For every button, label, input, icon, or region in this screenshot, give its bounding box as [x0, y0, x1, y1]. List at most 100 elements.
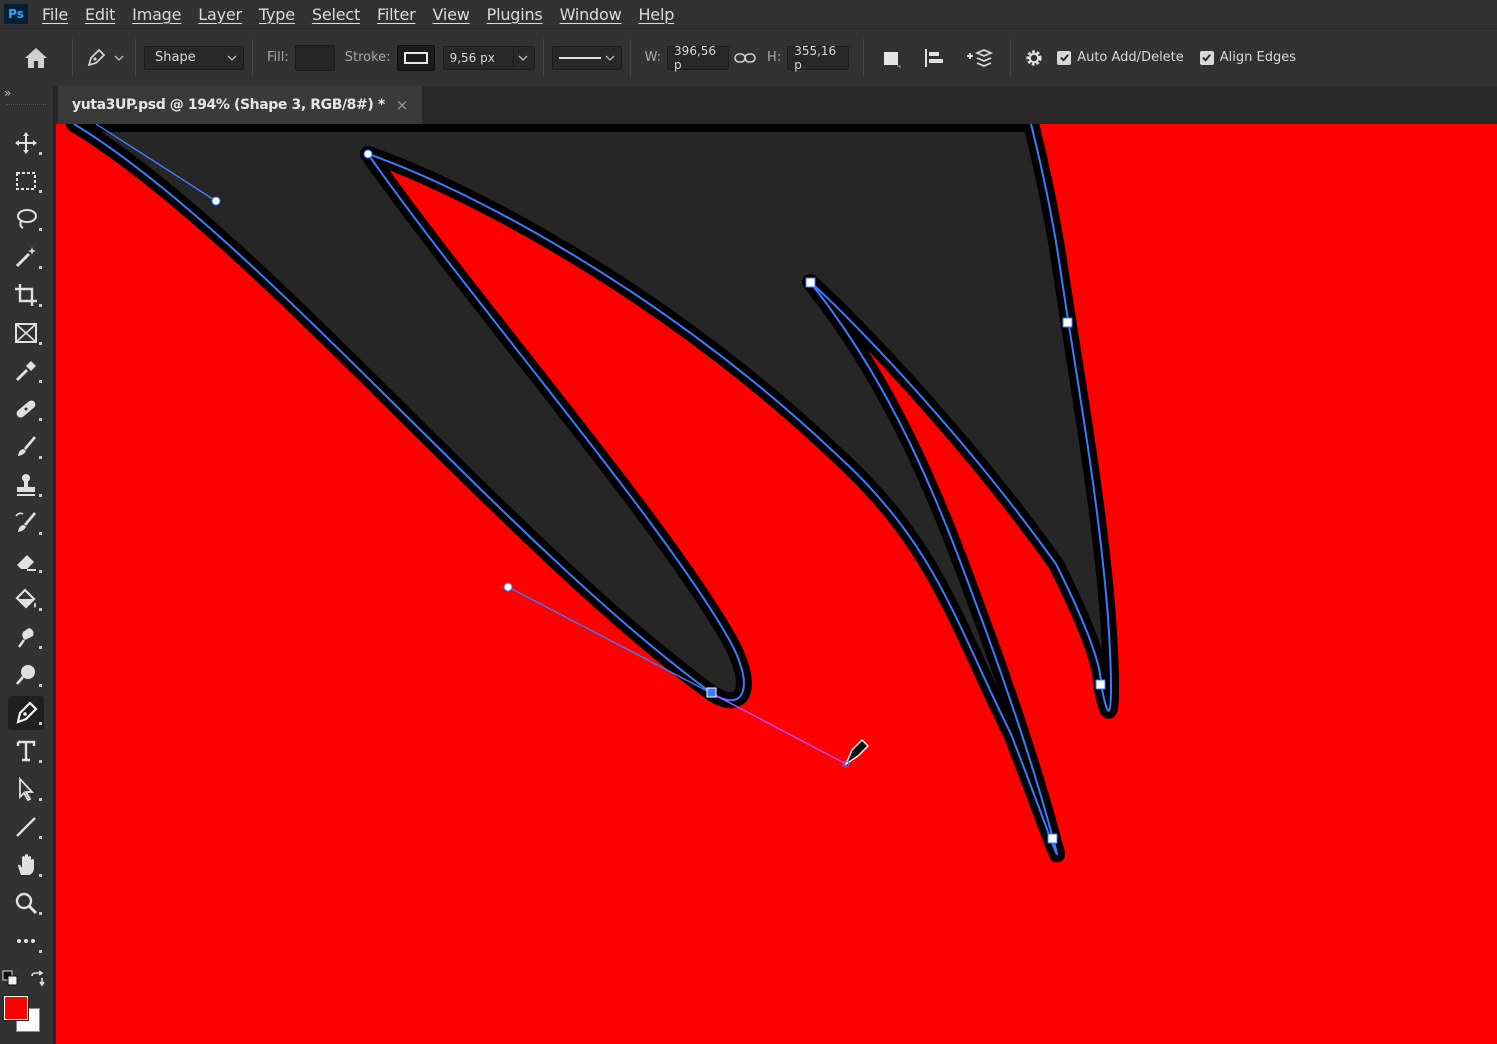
menu-window[interactable]: Window: [560, 5, 622, 24]
chevron-down-icon[interactable]: [111, 54, 127, 62]
smudge-tool[interactable]: [8, 620, 44, 654]
direction-point[interactable]: [363, 149, 373, 159]
home-icon[interactable]: [16, 46, 56, 70]
document-canvas[interactable]: [56, 124, 1497, 1044]
healing-brush-tool[interactable]: [8, 392, 44, 426]
move-tool[interactable]: [8, 126, 44, 160]
stroke-type-select[interactable]: [551, 45, 622, 70]
arrow-icon: [19, 776, 35, 802]
history-brush-tool[interactable]: [8, 506, 44, 540]
ellipsis-icon: [17, 939, 35, 943]
eyedropper-icon: [15, 361, 36, 382]
history-brush-icon: [15, 512, 36, 532]
photoshop-logo: Ps: [4, 4, 28, 24]
default-colors-icon[interactable]: [2, 970, 18, 986]
document-tab-title: yuta3UP.psd @ 194% (Shape 3, RGB/8#) *: [72, 97, 385, 113]
path-arrangement-icon[interactable]: [956, 45, 1002, 71]
path-alignment-icon[interactable]: [912, 46, 956, 70]
lasso-tool[interactable]: [8, 202, 44, 236]
anchor-point-selected[interactable]: [706, 687, 717, 698]
chevron-down-icon: [227, 55, 237, 61]
fill-label: Fill:: [267, 50, 289, 65]
width-label: W:: [644, 50, 662, 65]
align-edges-checkbox[interactable]: [1199, 50, 1214, 65]
magic-wand-icon: [15, 247, 36, 268]
paint-bucket-tool[interactable]: [8, 582, 44, 616]
crop-icon: [15, 284, 37, 306]
fill-swatch[interactable]: [294, 44, 335, 71]
magic-wand-tool[interactable]: [8, 240, 44, 274]
options-bar: Shape Fill: Stroke: 9,56 px W: 396,56 p …: [0, 28, 1497, 86]
brush-icon: [18, 436, 36, 456]
dodge-icon: [16, 665, 35, 685]
anchor-point[interactable]: [805, 277, 816, 288]
close-icon[interactable]: ×: [396, 96, 409, 114]
menu-bar: Ps File Edit Image Layer Type Select Fil…: [0, 0, 1497, 28]
type-tool[interactable]: [8, 734, 44, 768]
direction-point[interactable]: [503, 582, 513, 592]
menu-select[interactable]: Select: [312, 5, 360, 24]
line-tool[interactable]: [8, 810, 44, 844]
frame-tool[interactable]: [8, 316, 44, 350]
pen-tool[interactable]: [8, 696, 44, 730]
auto-add-delete-checkbox[interactable]: [1057, 50, 1072, 65]
height-value: 355,16 p: [794, 43, 837, 72]
stroke-swatch[interactable]: [396, 44, 435, 71]
brush-tool[interactable]: [8, 430, 44, 464]
anchor-point[interactable]: [1062, 317, 1073, 328]
check-icon: [1202, 54, 1212, 62]
tools-panel: »: [0, 86, 54, 1044]
crop-tool[interactable]: [8, 278, 44, 312]
menu-type[interactable]: Type: [259, 5, 295, 24]
bucket-icon: [15, 588, 36, 609]
stamp-icon: [17, 474, 35, 496]
pen-preset-icon[interactable]: [81, 47, 111, 69]
hand-tool[interactable]: [8, 848, 44, 882]
tool-mode-select[interactable]: Shape: [144, 45, 244, 70]
eyedropper-tool[interactable]: [8, 354, 44, 388]
eraser-icon: [17, 555, 36, 571]
collapse-panel-icon[interactable]: »: [4, 86, 11, 100]
menu-plugins[interactable]: Plugins: [487, 5, 543, 24]
clone-stamp-tool[interactable]: [8, 468, 44, 502]
menu-view[interactable]: View: [432, 5, 469, 24]
panel-grip[interactable]: [6, 104, 46, 108]
stroke-width-dropdown[interactable]: [512, 45, 535, 70]
foreground-color-swatch[interactable]: [3, 995, 29, 1021]
stroke-width-field[interactable]: 9,56 px: [442, 45, 513, 70]
more-tools[interactable]: [8, 924, 44, 958]
eraser-tool[interactable]: [8, 544, 44, 578]
pen-cursor-icon: [842, 739, 869, 768]
menu-filter[interactable]: Filter: [377, 5, 416, 24]
direction-point[interactable]: [211, 196, 221, 206]
document-tab[interactable]: yuta3UP.psd @ 194% (Shape 3, RGB/8#) * ×: [58, 86, 422, 124]
path-operations-icon[interactable]: [872, 47, 912, 69]
menu-image[interactable]: Image: [132, 5, 181, 24]
color-swatches: [0, 966, 54, 1044]
swap-colors-icon[interactable]: [28, 970, 46, 988]
link-icon[interactable]: [729, 52, 761, 64]
move-icon: [15, 132, 37, 154]
gear-icon[interactable]: [1019, 47, 1049, 69]
width-value: 396,56 p: [674, 43, 717, 72]
anchor-point[interactable]: [1095, 679, 1106, 690]
hand-icon: [18, 854, 34, 875]
auto-add-delete-label[interactable]: Auto Add/Delete: [1077, 50, 1184, 65]
align-edges-label[interactable]: Align Edges: [1220, 50, 1296, 65]
menu-file[interactable]: File: [42, 5, 68, 24]
dodge-tool[interactable]: [8, 658, 44, 692]
path-selection-tool[interactable]: [8, 772, 44, 806]
menu-layer[interactable]: Layer: [198, 5, 242, 24]
zoom-tool[interactable]: [8, 886, 44, 920]
tool-mode-value: Shape: [155, 50, 196, 65]
stroke-label: Stroke:: [344, 50, 391, 65]
marquee-tool[interactable]: [8, 164, 44, 198]
height-label: H:: [767, 50, 782, 65]
height-field[interactable]: 355,16 p: [787, 43, 850, 72]
anchor-point[interactable]: [1047, 833, 1058, 844]
line-icon: [16, 817, 36, 837]
shape-3[interactable]: [66, 124, 1119, 863]
menu-edit[interactable]: Edit: [85, 5, 115, 24]
width-field[interactable]: 396,56 p: [667, 43, 730, 72]
menu-help[interactable]: Help: [638, 5, 674, 24]
